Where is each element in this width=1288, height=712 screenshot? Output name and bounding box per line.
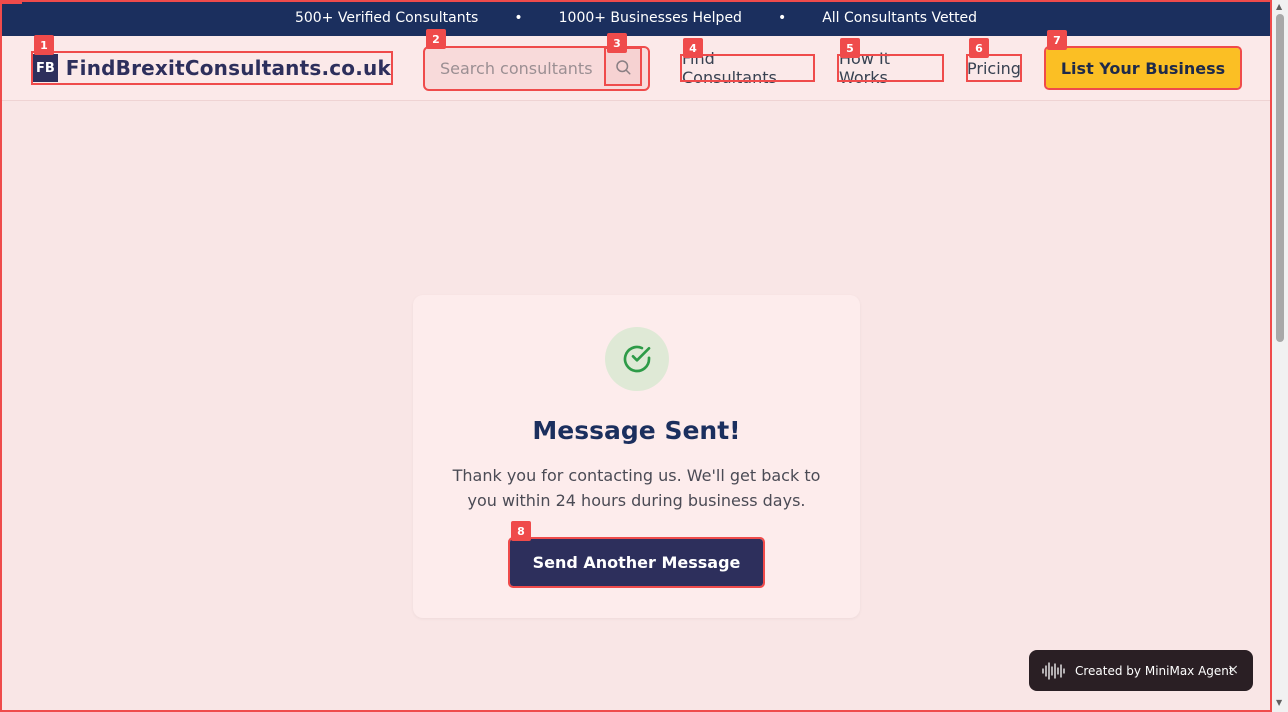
close-icon[interactable]: × [1227, 662, 1239, 678]
site-logo-link[interactable]: FB FindBrexitConsultants.co.uk [31, 51, 393, 85]
marker-badge: 8 [511, 521, 531, 541]
separator-dot: • [514, 10, 523, 26]
scroll-up-arrow-icon[interactable]: ▲ [1276, 2, 1282, 11]
success-title: Message Sent! [532, 416, 741, 445]
marker-badge: 1 [34, 35, 54, 55]
marker-badge: 2 [426, 29, 446, 49]
top-announcement-bar: 500+ Verified Consultants • 1000+ Busine… [0, 0, 1272, 36]
stat-vetted: All Consultants Vetted [822, 10, 978, 26]
search-button[interactable] [604, 47, 642, 86]
send-another-message-button[interactable]: Send Another Message [508, 537, 765, 588]
frame-corner-marker [0, 0, 22, 4]
stat-businesses: 1000+ Businesses Helped [558, 10, 742, 26]
scroll-thumb[interactable] [1276, 14, 1284, 342]
search-icon [616, 59, 631, 74]
toast-text: Created by MiniMax Agent [1075, 663, 1234, 678]
success-icon-circle [605, 327, 669, 391]
marker-badge: 3 [607, 33, 627, 53]
nav-pricing[interactable]: Pricing [966, 54, 1022, 82]
marker-badge: 4 [683, 38, 703, 58]
marker-badge: 6 [969, 38, 989, 58]
stat-consultants: 500+ Verified Consultants [294, 10, 479, 26]
logo-mark: FB [33, 54, 58, 82]
search-input[interactable] [425, 59, 605, 78]
logo-text: FindBrexitConsultants.co.uk [65, 56, 391, 80]
page-scrollbar[interactable]: ▲ ▼ [1272, 0, 1288, 712]
separator-dot: • [777, 10, 787, 26]
nav-find-consultants[interactable]: Find Consultants [680, 49, 815, 87]
list-your-business-button[interactable]: List Your Business [1044, 46, 1242, 90]
success-message: Thank you for contacting us. We'll get b… [452, 466, 821, 510]
waveform-icon [1042, 661, 1065, 680]
marker-badge: 7 [1047, 30, 1067, 50]
scroll-down-arrow-icon[interactable]: ▼ [1276, 698, 1282, 707]
check-circle-icon [623, 345, 651, 373]
marker-badge: 5 [840, 38, 860, 58]
minimax-agent-toast: Created by MiniMax Agent × [1029, 650, 1253, 691]
nav-how-it-works[interactable]: How It Works [837, 49, 944, 87]
